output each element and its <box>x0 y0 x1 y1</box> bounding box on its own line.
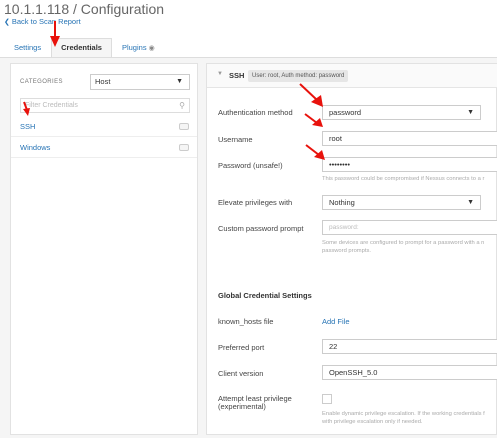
tab-plugins-label: Plugins <box>121 43 147 52</box>
back-to-scan-report-link[interactable]: ❮ Back to Scan Report <box>4 17 81 26</box>
tab-bar: Settings Credentials Plugins ◉ <box>4 38 165 58</box>
search-icon: ⚲ <box>179 101 185 110</box>
category-select[interactable]: Host ▼ <box>90 74 190 90</box>
auth-method-label: Authentication method <box>218 108 293 117</box>
elevate-privileges-label: Elevate privileges with <box>218 198 293 207</box>
client-version-field[interactable]: OpenSSH_5.0 <box>322 365 497 380</box>
annotation-arrow-icon <box>23 101 30 116</box>
auth-method-select[interactable]: password ▼ <box>322 105 481 120</box>
sidebar-item-label: Windows <box>20 143 51 152</box>
username-label: Username <box>218 135 253 144</box>
categories-label: CATEGORIES <box>20 79 63 85</box>
credentials-panel: CATEGORIES Host ▼ Filter Credentials ⚲ SSH… <box>0 57 497 438</box>
custom-prompt-field[interactable]: password: <box>322 220 497 235</box>
auth-method-value: password <box>329 108 362 117</box>
elevate-privileges-select[interactable]: Nothing ▼ <box>322 195 481 210</box>
categories-row: CATEGORIES Host ▼ <box>20 73 190 91</box>
eye-icon: ◉ <box>148 45 155 52</box>
annotation-arrow-icon <box>304 113 323 127</box>
filter-credentials-input[interactable]: Filter Credentials ⚲ <box>20 98 190 113</box>
credentials-sidebar: CATEGORIES Host ▼ Filter Credentials ⚲ SSH… <box>10 63 198 435</box>
sidebar-item-ssh[interactable]: SSH <box>11 117 197 137</box>
annotation-arrow-icon <box>299 83 323 107</box>
sidebar-item-windows[interactable]: Windows <box>11 138 197 158</box>
count-icon <box>179 144 189 151</box>
caret-down-icon: ▼ <box>467 109 474 116</box>
preferred-port-label: Preferred port <box>218 343 265 352</box>
caret-down-icon: ▼ <box>467 199 474 206</box>
password-help-text: This password could be compromised if Ne… <box>322 176 485 182</box>
tab-plugins[interactable]: Plugins ◉ <box>112 38 165 58</box>
page-title: 10.1.1.118 / Configuration <box>4 1 165 17</box>
custom-prompt-help-2: password prompts. <box>322 248 371 254</box>
least-privilege-label-2: (experimental) <box>218 402 266 411</box>
preferred-port-field[interactable]: 22 <box>322 339 497 354</box>
add-file-link[interactable]: Add File <box>322 317 350 326</box>
sidebar-item-label: SSH <box>20 122 36 131</box>
count-icon <box>179 123 189 130</box>
annotation-arrow-icon <box>305 144 325 160</box>
filter-placeholder: Filter Credentials <box>25 102 78 109</box>
password-field[interactable]: •••••••• <box>322 157 497 172</box>
elevate-privileges-value: Nothing <box>329 198 355 207</box>
caret-down-icon: ▼ <box>176 78 183 85</box>
ssh-section-header[interactable]: ▼ SSH User: root, Auth method: password <box>207 64 497 88</box>
global-settings-title: Global Credential Settings <box>218 291 312 300</box>
least-privilege-checkbox[interactable] <box>322 394 332 404</box>
least-privilege-help-2: with privilege escalation only if needed… <box>322 419 423 425</box>
tab-settings[interactable]: Settings <box>4 38 51 58</box>
password-label: Password (unsafe!) <box>218 161 283 170</box>
category-select-value: Host <box>95 77 111 86</box>
annotation-arrow-icon <box>50 21 60 47</box>
client-version-label: Client version <box>218 369 264 378</box>
chevron-left-icon: ❮ <box>4 19 10 26</box>
credential-settings: ▼ SSH User: root, Auth method: password … <box>206 63 497 435</box>
known-hosts-label: known_hosts file <box>218 317 274 326</box>
ssh-section-title: SSH <box>229 71 245 80</box>
custom-prompt-help-1: Some devices are configured to prompt fo… <box>322 240 485 246</box>
ssh-summary-badge: User: root, Auth method: password <box>248 70 349 82</box>
least-privilege-help-1: Enable dynamic privilege escalation. If … <box>322 411 485 417</box>
custom-prompt-label: Custom password prompt <box>218 224 304 233</box>
username-field[interactable]: root <box>322 131 497 146</box>
collapse-triangle-icon: ▼ <box>217 71 223 77</box>
